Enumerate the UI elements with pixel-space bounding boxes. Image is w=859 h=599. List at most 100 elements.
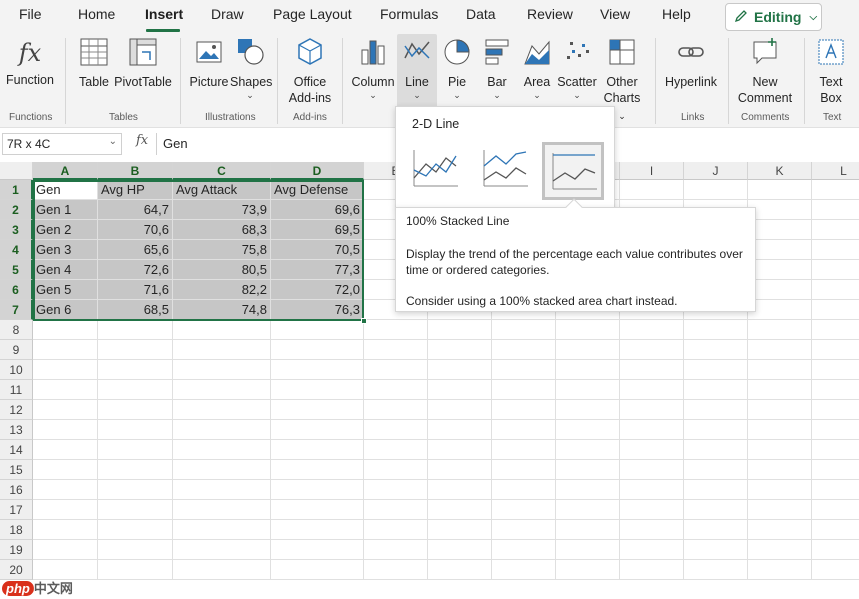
- empty-cell[interactable]: [98, 400, 173, 420]
- row-header[interactable]: 12: [0, 400, 33, 420]
- tab-help[interactable]: Help: [662, 6, 691, 22]
- empty-cell[interactable]: [556, 400, 620, 420]
- empty-cell[interactable]: [364, 540, 428, 560]
- stacked-line-chart-option[interactable]: [476, 142, 538, 200]
- row-header[interactable]: 17: [0, 500, 33, 520]
- empty-cell[interactable]: [684, 340, 748, 360]
- row-header[interactable]: 11: [0, 380, 33, 400]
- fx-icon[interactable]: fx: [136, 133, 148, 148]
- empty-cell[interactable]: [556, 520, 620, 540]
- cell-B4[interactable]: 65,6: [98, 240, 173, 260]
- empty-cell[interactable]: [428, 400, 492, 420]
- empty-cell[interactable]: [812, 560, 859, 580]
- empty-cell[interactable]: [364, 460, 428, 480]
- empty-cell[interactable]: [748, 460, 812, 480]
- picture-button[interactable]: Picture: [188, 36, 230, 90]
- empty-cell[interactable]: [812, 500, 859, 520]
- empty-cell[interactable]: [812, 540, 859, 560]
- column-header[interactable]: B: [98, 162, 173, 180]
- cell-B2[interactable]: 64,7: [98, 200, 173, 220]
- empty-cell[interactable]: [271, 520, 364, 540]
- empty-cell[interactable]: [33, 500, 98, 520]
- empty-cell[interactable]: [492, 340, 556, 360]
- cell-D4[interactable]: 70,5: [271, 240, 364, 260]
- bar-chart-button[interactable]: Bar ⌄: [479, 36, 515, 100]
- empty-cell[interactable]: [812, 220, 859, 240]
- empty-cell[interactable]: [748, 480, 812, 500]
- empty-cell[interactable]: [620, 440, 684, 460]
- empty-cell[interactable]: [173, 340, 271, 360]
- empty-cell[interactable]: [271, 400, 364, 420]
- empty-cell[interactable]: [98, 540, 173, 560]
- column-header[interactable]: D: [271, 162, 364, 180]
- empty-cell[interactable]: [812, 180, 859, 200]
- cell-D1[interactable]: Avg Defense: [271, 180, 364, 200]
- empty-cell[interactable]: [98, 560, 173, 580]
- cell-D2[interactable]: 69,6: [271, 200, 364, 220]
- empty-cell[interactable]: [812, 320, 859, 340]
- cell-A4[interactable]: Gen 3: [33, 240, 98, 260]
- empty-cell[interactable]: [812, 420, 859, 440]
- empty-cell[interactable]: [271, 340, 364, 360]
- empty-cell[interactable]: [33, 320, 98, 340]
- empty-cell[interactable]: [812, 240, 859, 260]
- empty-cell[interactable]: [620, 360, 684, 380]
- empty-cell[interactable]: [620, 540, 684, 560]
- empty-cell[interactable]: [428, 380, 492, 400]
- empty-cell[interactable]: [98, 480, 173, 500]
- empty-cell[interactable]: [492, 460, 556, 480]
- empty-cell[interactable]: [812, 260, 859, 280]
- empty-cell[interactable]: [812, 400, 859, 420]
- tab-review[interactable]: Review: [527, 6, 573, 22]
- name-box[interactable]: 7R x 4C ⌄: [2, 133, 122, 155]
- cell-C6[interactable]: 82,2: [173, 280, 271, 300]
- empty-cell[interactable]: [556, 480, 620, 500]
- cell-A6[interactable]: Gen 5: [33, 280, 98, 300]
- empty-cell[interactable]: [748, 300, 812, 320]
- empty-cell[interactable]: [492, 420, 556, 440]
- empty-cell[interactable]: [556, 440, 620, 460]
- cell-C2[interactable]: 73,9: [173, 200, 271, 220]
- text-box-button[interactable]: Text Box: [812, 36, 850, 106]
- empty-cell[interactable]: [271, 500, 364, 520]
- empty-cell[interactable]: [173, 520, 271, 540]
- empty-cell[interactable]: [812, 480, 859, 500]
- empty-cell[interactable]: [748, 520, 812, 540]
- empty-cell[interactable]: [33, 480, 98, 500]
- cell-B6[interactable]: 71,6: [98, 280, 173, 300]
- tab-draw[interactable]: Draw: [211, 6, 244, 22]
- empty-cell[interactable]: [98, 440, 173, 460]
- empty-cell[interactable]: [492, 480, 556, 500]
- cell-C7[interactable]: 74,8: [173, 300, 271, 320]
- empty-cell[interactable]: [271, 440, 364, 460]
- tab-home[interactable]: Home: [78, 6, 115, 22]
- empty-cell[interactable]: [812, 200, 859, 220]
- tab-file[interactable]: File: [19, 6, 42, 22]
- cell-B1[interactable]: Avg HP: [98, 180, 173, 200]
- empty-cell[interactable]: [684, 460, 748, 480]
- empty-cell[interactable]: [364, 560, 428, 580]
- empty-cell[interactable]: [812, 340, 859, 360]
- empty-cell[interactable]: [98, 340, 173, 360]
- empty-cell[interactable]: [684, 560, 748, 580]
- cell-C4[interactable]: 75,8: [173, 240, 271, 260]
- empty-cell[interactable]: [556, 420, 620, 440]
- cell-A5[interactable]: Gen 4: [33, 260, 98, 280]
- empty-cell[interactable]: [684, 360, 748, 380]
- empty-cell[interactable]: [748, 500, 812, 520]
- tab-page-layout[interactable]: Page Layout: [273, 6, 352, 22]
- empty-cell[interactable]: [428, 420, 492, 440]
- empty-cell[interactable]: [271, 360, 364, 380]
- cell-B5[interactable]: 72,6: [98, 260, 173, 280]
- empty-cell[interactable]: [33, 540, 98, 560]
- empty-cell[interactable]: [684, 180, 748, 200]
- column-header[interactable]: L: [812, 162, 859, 180]
- column-header[interactable]: K: [748, 162, 812, 180]
- empty-cell[interactable]: [428, 540, 492, 560]
- empty-cell[interactable]: [620, 340, 684, 360]
- empty-cell[interactable]: [684, 500, 748, 520]
- empty-cell[interactable]: [271, 540, 364, 560]
- line-chart-button[interactable]: Line ⌄: [397, 34, 437, 108]
- empty-cell[interactable]: [556, 540, 620, 560]
- empty-cell[interactable]: [271, 460, 364, 480]
